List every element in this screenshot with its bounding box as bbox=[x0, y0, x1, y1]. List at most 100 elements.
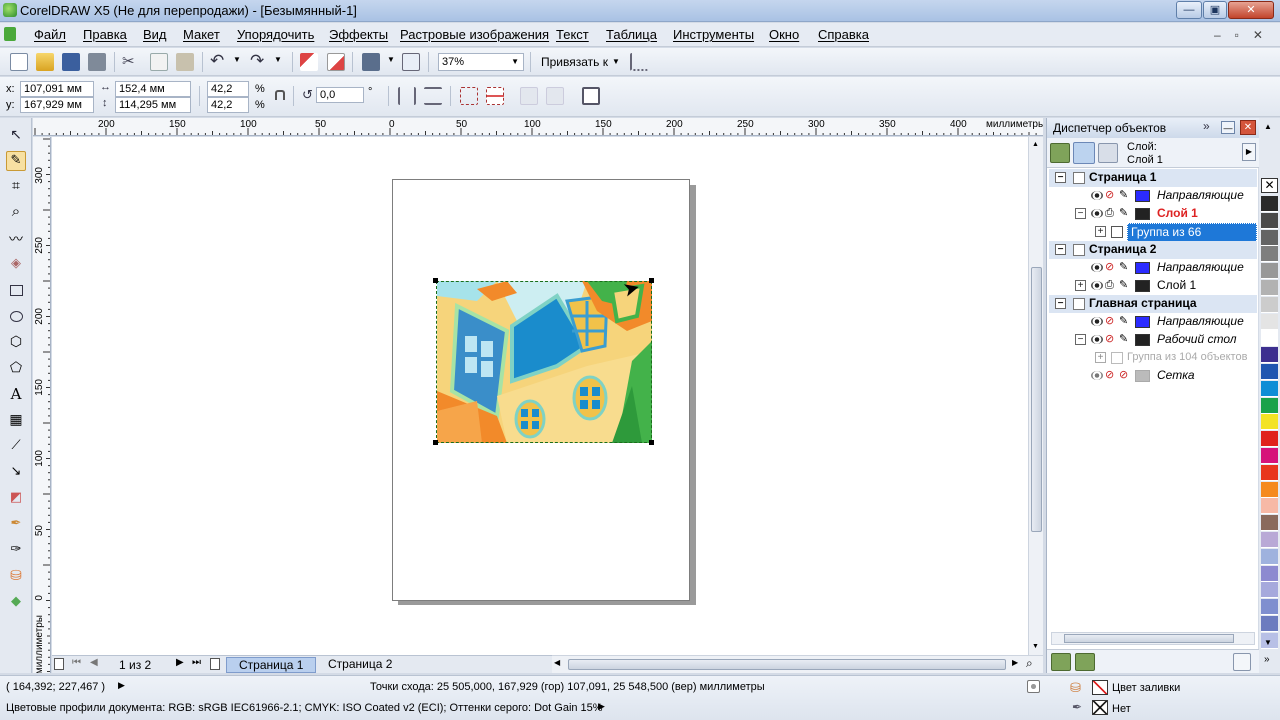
pencil-icon[interactable]: ✎ bbox=[1119, 187, 1128, 204]
selection-handle[interactable] bbox=[649, 440, 654, 445]
layer-color-swatch[interactable] bbox=[1135, 208, 1150, 220]
new-layer-icon[interactable] bbox=[1051, 653, 1071, 671]
palette-color-swatch[interactable] bbox=[1261, 616, 1278, 632]
scroll-up-icon[interactable]: ▲ bbox=[1032, 141, 1039, 148]
layer-color-swatch[interactable] bbox=[1135, 370, 1150, 382]
scroll-thumb[interactable] bbox=[1031, 267, 1042, 532]
palette-color-swatch[interactable] bbox=[1261, 263, 1278, 280]
no-print-icon[interactable]: ⊘ bbox=[1105, 367, 1114, 384]
polygon-tool-icon[interactable]: ⬡ bbox=[6, 333, 26, 353]
interactive-fill-tool-icon[interactable]: ◆ bbox=[6, 593, 26, 613]
palette-scroll-down-icon[interactable]: ▼ bbox=[1264, 638, 1272, 647]
zoom-navigator-icon[interactable]: ⌕ bbox=[1026, 656, 1033, 671]
table-tool-icon[interactable]: ▦ bbox=[6, 411, 26, 431]
no-color-swatch[interactable]: ✕ bbox=[1261, 178, 1278, 193]
maximize-button[interactable]: ▣ bbox=[1203, 1, 1227, 19]
eye-icon[interactable] bbox=[1091, 371, 1103, 380]
tab-page-2[interactable]: Страница 2 bbox=[316, 657, 404, 673]
palette-color-swatch[interactable] bbox=[1261, 515, 1278, 532]
palette-color-swatch[interactable] bbox=[1261, 229, 1278, 246]
new-icon[interactable] bbox=[10, 53, 28, 71]
welcome-screen-icon[interactable] bbox=[402, 53, 420, 71]
menu-table[interactable]: Таблица bbox=[606, 27, 657, 42]
docker-hscrollbar[interactable] bbox=[1051, 632, 1255, 645]
add-page-before-icon[interactable] bbox=[54, 658, 64, 670]
outline-color-swatch[interactable] bbox=[1092, 700, 1108, 715]
scroll-thumb[interactable] bbox=[1064, 634, 1234, 643]
menu-text[interactable]: Текст bbox=[556, 27, 589, 42]
freehand-tool-icon[interactable]: 〰 bbox=[6, 229, 26, 249]
collapse-icon[interactable]: − bbox=[1055, 172, 1066, 183]
pick-tool-icon[interactable]: ↖ bbox=[6, 126, 26, 146]
shape-tool-icon[interactable]: ✎ bbox=[6, 151, 26, 171]
tree-master-page[interactable]: − Главная страница bbox=[1049, 295, 1257, 313]
options-icon[interactable] bbox=[630, 53, 648, 71]
palette-color-swatch[interactable] bbox=[1261, 313, 1278, 330]
eye-icon[interactable] bbox=[1091, 209, 1103, 218]
cut-icon[interactable]: ✂ bbox=[122, 52, 135, 70]
tree-layer-1[interactable]: + ⎙ ✎ Слой 1 bbox=[1049, 277, 1257, 295]
paste-icon[interactable] bbox=[176, 53, 194, 71]
layer-manager-view-icon[interactable] bbox=[1098, 143, 1118, 163]
first-page-icon[interactable]: ⏮ bbox=[72, 657, 81, 668]
palette-color-swatch[interactable] bbox=[1261, 246, 1278, 263]
minimize-button[interactable]: — bbox=[1176, 1, 1202, 19]
expand-icon[interactable]: + bbox=[1075, 280, 1086, 291]
x-position-field[interactable]: 107,091 мм bbox=[20, 81, 94, 97]
import-icon[interactable] bbox=[300, 53, 318, 71]
no-print-icon[interactable]: ⊘ bbox=[1105, 187, 1114, 204]
scroll-down-icon[interactable]: ▼ bbox=[1032, 643, 1039, 650]
tree-guides-layer[interactable]: ⊘ ✎ Направляющие bbox=[1049, 187, 1257, 205]
last-page-icon[interactable]: ⏭ bbox=[192, 657, 201, 668]
palette-color-swatch[interactable] bbox=[1261, 498, 1278, 515]
pencil-icon[interactable]: ✎ bbox=[1119, 313, 1128, 330]
print-icon[interactable] bbox=[88, 53, 106, 71]
eye-icon[interactable] bbox=[1091, 263, 1103, 272]
no-print-icon[interactable]: ⊘ bbox=[1105, 313, 1114, 330]
docker-minimize-button[interactable]: — bbox=[1221, 121, 1235, 134]
lock-icon[interactable]: ⊘ bbox=[1119, 367, 1128, 384]
palette-color-swatch[interactable] bbox=[1261, 380, 1278, 397]
dimension-tool-icon[interactable]: ⟋ bbox=[6, 437, 26, 457]
application-launcher-icon[interactable] bbox=[362, 53, 380, 71]
tab-page-1[interactable]: Страница 1 bbox=[226, 657, 317, 673]
pencil-icon[interactable]: ✎ bbox=[1119, 331, 1128, 348]
undo-icon[interactable]: ↶ bbox=[210, 51, 224, 71]
mirror-horizontal-icon[interactable] bbox=[398, 87, 416, 105]
export-icon[interactable] bbox=[327, 53, 345, 71]
new-master-layer-icon[interactable] bbox=[1075, 653, 1095, 671]
coreldraw-app-icon[interactable] bbox=[3, 3, 17, 17]
pencil-icon[interactable]: ✎ bbox=[1119, 277, 1128, 294]
profiles-expand-icon[interactable]: ▶ bbox=[598, 701, 605, 712]
undo-dropdown-icon[interactable]: ▼ bbox=[233, 55, 241, 64]
outline-tool-icon[interactable]: ✑ bbox=[6, 541, 26, 561]
snapshot-icon[interactable] bbox=[1027, 680, 1040, 693]
horizontal-ruler[interactable]: 200 150 100 50 0 50 100 150 200 250 300 … bbox=[33, 118, 1043, 136]
menu-edit[interactable]: Правка bbox=[83, 27, 127, 42]
palette-color-swatch[interactable] bbox=[1261, 431, 1278, 448]
basic-shapes-tool-icon[interactable]: ⬠ bbox=[6, 359, 26, 379]
show-object-properties-icon[interactable] bbox=[1050, 143, 1070, 163]
vertical-scrollbar[interactable]: ▲ ▼ bbox=[1028, 137, 1043, 655]
launcher-dropdown-icon[interactable]: ▼ bbox=[387, 55, 395, 64]
printer-icon[interactable]: ⎙ bbox=[1105, 205, 1114, 222]
layer-color-swatch[interactable] bbox=[1135, 280, 1150, 292]
eye-icon[interactable] bbox=[1091, 335, 1103, 344]
menu-layout[interactable]: Макет bbox=[183, 27, 220, 42]
rectangle-tool-icon[interactable] bbox=[6, 281, 26, 301]
document-icon[interactable] bbox=[4, 27, 16, 41]
palette-flyout-icon[interactable]: » bbox=[1264, 654, 1270, 665]
group-icon[interactable] bbox=[460, 87, 478, 105]
to-front-icon[interactable] bbox=[582, 87, 600, 105]
scale-y-field[interactable]: 42,2 bbox=[207, 97, 249, 113]
no-print-icon[interactable]: ⊘ bbox=[1105, 331, 1114, 348]
printer-icon[interactable]: ⎙ bbox=[1105, 277, 1114, 294]
palette-color-swatch[interactable] bbox=[1261, 548, 1278, 565]
layer-color-swatch[interactable] bbox=[1135, 262, 1150, 274]
no-print-icon[interactable]: ⊘ bbox=[1105, 259, 1114, 276]
text-tool-icon[interactable]: A bbox=[6, 385, 26, 405]
redo-icon[interactable]: ↷ bbox=[250, 51, 264, 71]
connector-tool-icon[interactable]: ↘ bbox=[6, 463, 26, 483]
tree-grid-layer[interactable]: ⊘ ⊘ Сетка bbox=[1049, 367, 1257, 385]
status-expand-icon[interactable]: ▶ bbox=[118, 680, 125, 691]
